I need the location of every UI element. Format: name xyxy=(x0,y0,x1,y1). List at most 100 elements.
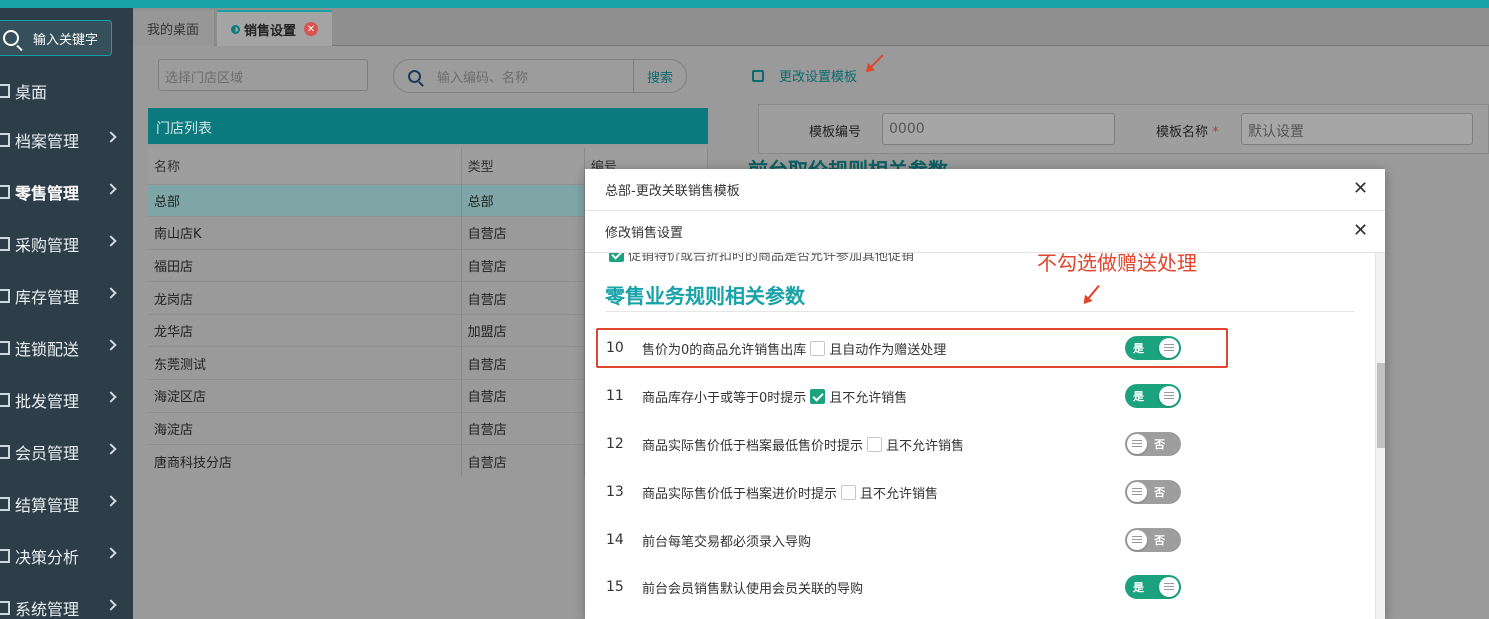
toggle-knob-icon xyxy=(1159,386,1179,406)
scrollbar-thumb[interactable] xyxy=(1377,363,1385,448)
rule-number: 15 xyxy=(606,579,624,595)
clipped-setting-row: 促销特价或合折扣时的商品是否允许参加其他促销 xyxy=(605,253,914,264)
tab-label: 销售设置 xyxy=(244,23,297,39)
cell-name: 福田店 xyxy=(148,248,462,282)
close-icon[interactable]: ✕ xyxy=(1353,222,1368,240)
template-code-field[interactable]: 0000 xyxy=(882,113,1115,145)
sidebar-item-archives[interactable]: 档案管理 xyxy=(0,114,133,166)
checkbox[interactable] xyxy=(609,253,624,262)
chevron-right-icon xyxy=(105,599,117,611)
sidebar-item-system[interactable]: 系统管理 xyxy=(0,582,133,619)
cell-name: 龙华店 xyxy=(148,313,462,347)
template-info-box: 模板编号 0000 模板名称 * 默认设置 xyxy=(758,104,1489,154)
cell-type: 自营店 xyxy=(461,248,585,282)
chevron-right-icon xyxy=(105,547,117,559)
sidebar-item-settlement[interactable]: 结算管理 xyxy=(0,478,133,530)
annotation-arrow xyxy=(1084,284,1100,304)
sidebar-search-placeholder: 输入关键字 xyxy=(33,32,99,48)
sidebar-item-desktop[interactable]: 桌面 xyxy=(0,68,133,114)
cell-type: 加盟店 xyxy=(461,313,585,347)
rule-row-14: 14 前台每笔交易都必须录入导购 否 xyxy=(595,520,1225,560)
cell-type: 自营店 xyxy=(461,379,585,413)
sidebar-item-label: 采购管理 xyxy=(15,236,80,255)
modal-outer-title: 总部-更改关联销售模板 xyxy=(605,184,740,199)
search-icon xyxy=(3,30,19,46)
tab-close-icon[interactable]: ✕ xyxy=(304,22,318,36)
edit-icon xyxy=(752,69,764,82)
store-list-title: 门店列表 xyxy=(148,108,708,144)
cell-name: 海淀区店 xyxy=(148,379,462,413)
column-header-type[interactable]: 类型 xyxy=(461,148,585,184)
chevron-right-icon xyxy=(105,391,117,403)
sidebar-item-label: 决策分析 xyxy=(15,548,80,567)
cell-type: 总部 xyxy=(461,183,585,217)
cell-name: 南山店K xyxy=(148,216,462,250)
template-name-field[interactable]: 默认设置 xyxy=(1241,113,1473,145)
cell-name: 总部 xyxy=(148,183,462,217)
template-name-label: 模板名称 * xyxy=(1156,125,1219,140)
template-code-label: 模板编号 xyxy=(809,125,862,140)
column-header-name[interactable]: 名称 xyxy=(148,148,462,184)
rule-number: 13 xyxy=(606,484,624,500)
sidebar-item-wholesale[interactable]: 批发管理 xyxy=(0,374,133,426)
rule-number: 14 xyxy=(606,532,624,548)
distribution-icon xyxy=(0,341,10,355)
rule-sub-checkbox[interactable] xyxy=(810,388,826,404)
analysis-icon xyxy=(0,549,10,563)
change-template-link[interactable]: 更改设置模板 xyxy=(752,66,857,85)
toggle-knob-icon xyxy=(1127,482,1147,502)
rule-toggle[interactable]: 否 xyxy=(1125,528,1181,552)
store-search-box[interactable]: 输入编码、名称 搜索 xyxy=(393,59,687,93)
desktop-icon xyxy=(0,84,10,98)
chevron-right-icon xyxy=(105,495,117,507)
modal-outer-header: 总部-更改关联销售模板 ✕ xyxy=(585,169,1385,211)
tab-my-desktop[interactable]: 我的桌面 xyxy=(133,10,215,46)
modal-scrollbar[interactable] xyxy=(1375,253,1385,619)
rule-toggle[interactable]: 否 xyxy=(1125,432,1181,456)
rule-row-15: 15 前台会员销售默认使用会员关联的导购 是 xyxy=(595,567,1225,607)
tab-sales-settings[interactable]: 销售设置 ✕ xyxy=(217,10,332,46)
cell-name: 龙岗店 xyxy=(148,281,462,315)
rule-text: 商品实际售价低于档案进价时提示 且不允许销售 xyxy=(642,484,939,502)
sidebar-item-label: 会员管理 xyxy=(15,444,80,463)
toggle-knob-icon xyxy=(1127,530,1147,550)
sidebar-item-label: 库存管理 xyxy=(15,288,80,307)
rule-toggle[interactable]: 是 xyxy=(1125,575,1181,599)
rule-row-12: 12 商品实际售价低于档案最低售价时提示 且不允许销售 否 xyxy=(595,424,1225,464)
sidebar-item-label: 零售管理 xyxy=(15,184,80,203)
retail-rules-title: 零售业务规则相关参数 xyxy=(605,284,805,308)
member-icon xyxy=(0,445,10,459)
sidebar-item-label: 系统管理 xyxy=(15,600,80,619)
close-icon[interactable]: ✕ xyxy=(1353,180,1368,198)
search-icon xyxy=(408,69,421,83)
sidebar-menu: 桌面 档案管理 零售管理 采购管理 库存管理 连锁配送 批发管理 会员管理 结算… xyxy=(0,68,133,619)
sidebar: 输入关键字 桌面 档案管理 零售管理 采购管理 库存管理 连锁配送 批发管理 会… xyxy=(0,8,133,619)
rule-sub-checkbox[interactable] xyxy=(841,484,857,500)
store-search-input[interactable]: 输入编码、名称 xyxy=(437,67,633,86)
rule-text: 前台每笔交易都必须录入导购 xyxy=(642,534,812,550)
change-template-modal: 总部-更改关联销售模板 ✕ 修改销售设置 ✕ 促销特价或合折扣时的商品是否允许参… xyxy=(585,169,1385,619)
sidebar-item-analysis[interactable]: 决策分析 xyxy=(0,530,133,582)
rule-toggle[interactable]: 否 xyxy=(1125,480,1181,504)
content-gutter xyxy=(133,46,148,619)
modal-body: 促销特价或合折扣时的商品是否允许参加其他促销 不勾选做赠送处理 零售业务规则相关… xyxy=(585,253,1375,619)
store-region-select[interactable]: 选择门店区域 xyxy=(158,59,368,91)
chevron-right-icon xyxy=(105,287,117,299)
tab-label: 我的桌面 xyxy=(147,22,200,38)
sidebar-search-input[interactable]: 输入关键字 xyxy=(0,20,112,56)
sidebar-item-retail[interactable]: 零售管理 xyxy=(0,166,133,218)
change-template-label: 更改设置模板 xyxy=(779,70,858,85)
sidebar-item-distribution[interactable]: 连锁配送 xyxy=(0,322,133,374)
rule-sub-checkbox[interactable] xyxy=(867,436,883,452)
cell-name: 海淀店 xyxy=(148,411,462,445)
store-search-button[interactable]: 搜索 xyxy=(633,60,686,92)
rule-toggle[interactable]: 是 xyxy=(1125,384,1181,408)
sidebar-item-purchase[interactable]: 采购管理 xyxy=(0,218,133,270)
toggle-knob-icon xyxy=(1159,577,1179,597)
cell-type: 自营店 xyxy=(461,281,585,315)
rule-text: 前台会员销售默认使用会员关联的导购 xyxy=(642,581,864,597)
sidebar-item-inventory[interactable]: 库存管理 xyxy=(0,270,133,322)
inventory-icon xyxy=(0,289,10,303)
modal-inner-header: 修改销售设置 ✕ xyxy=(585,211,1385,253)
sidebar-item-members[interactable]: 会员管理 xyxy=(0,426,133,478)
